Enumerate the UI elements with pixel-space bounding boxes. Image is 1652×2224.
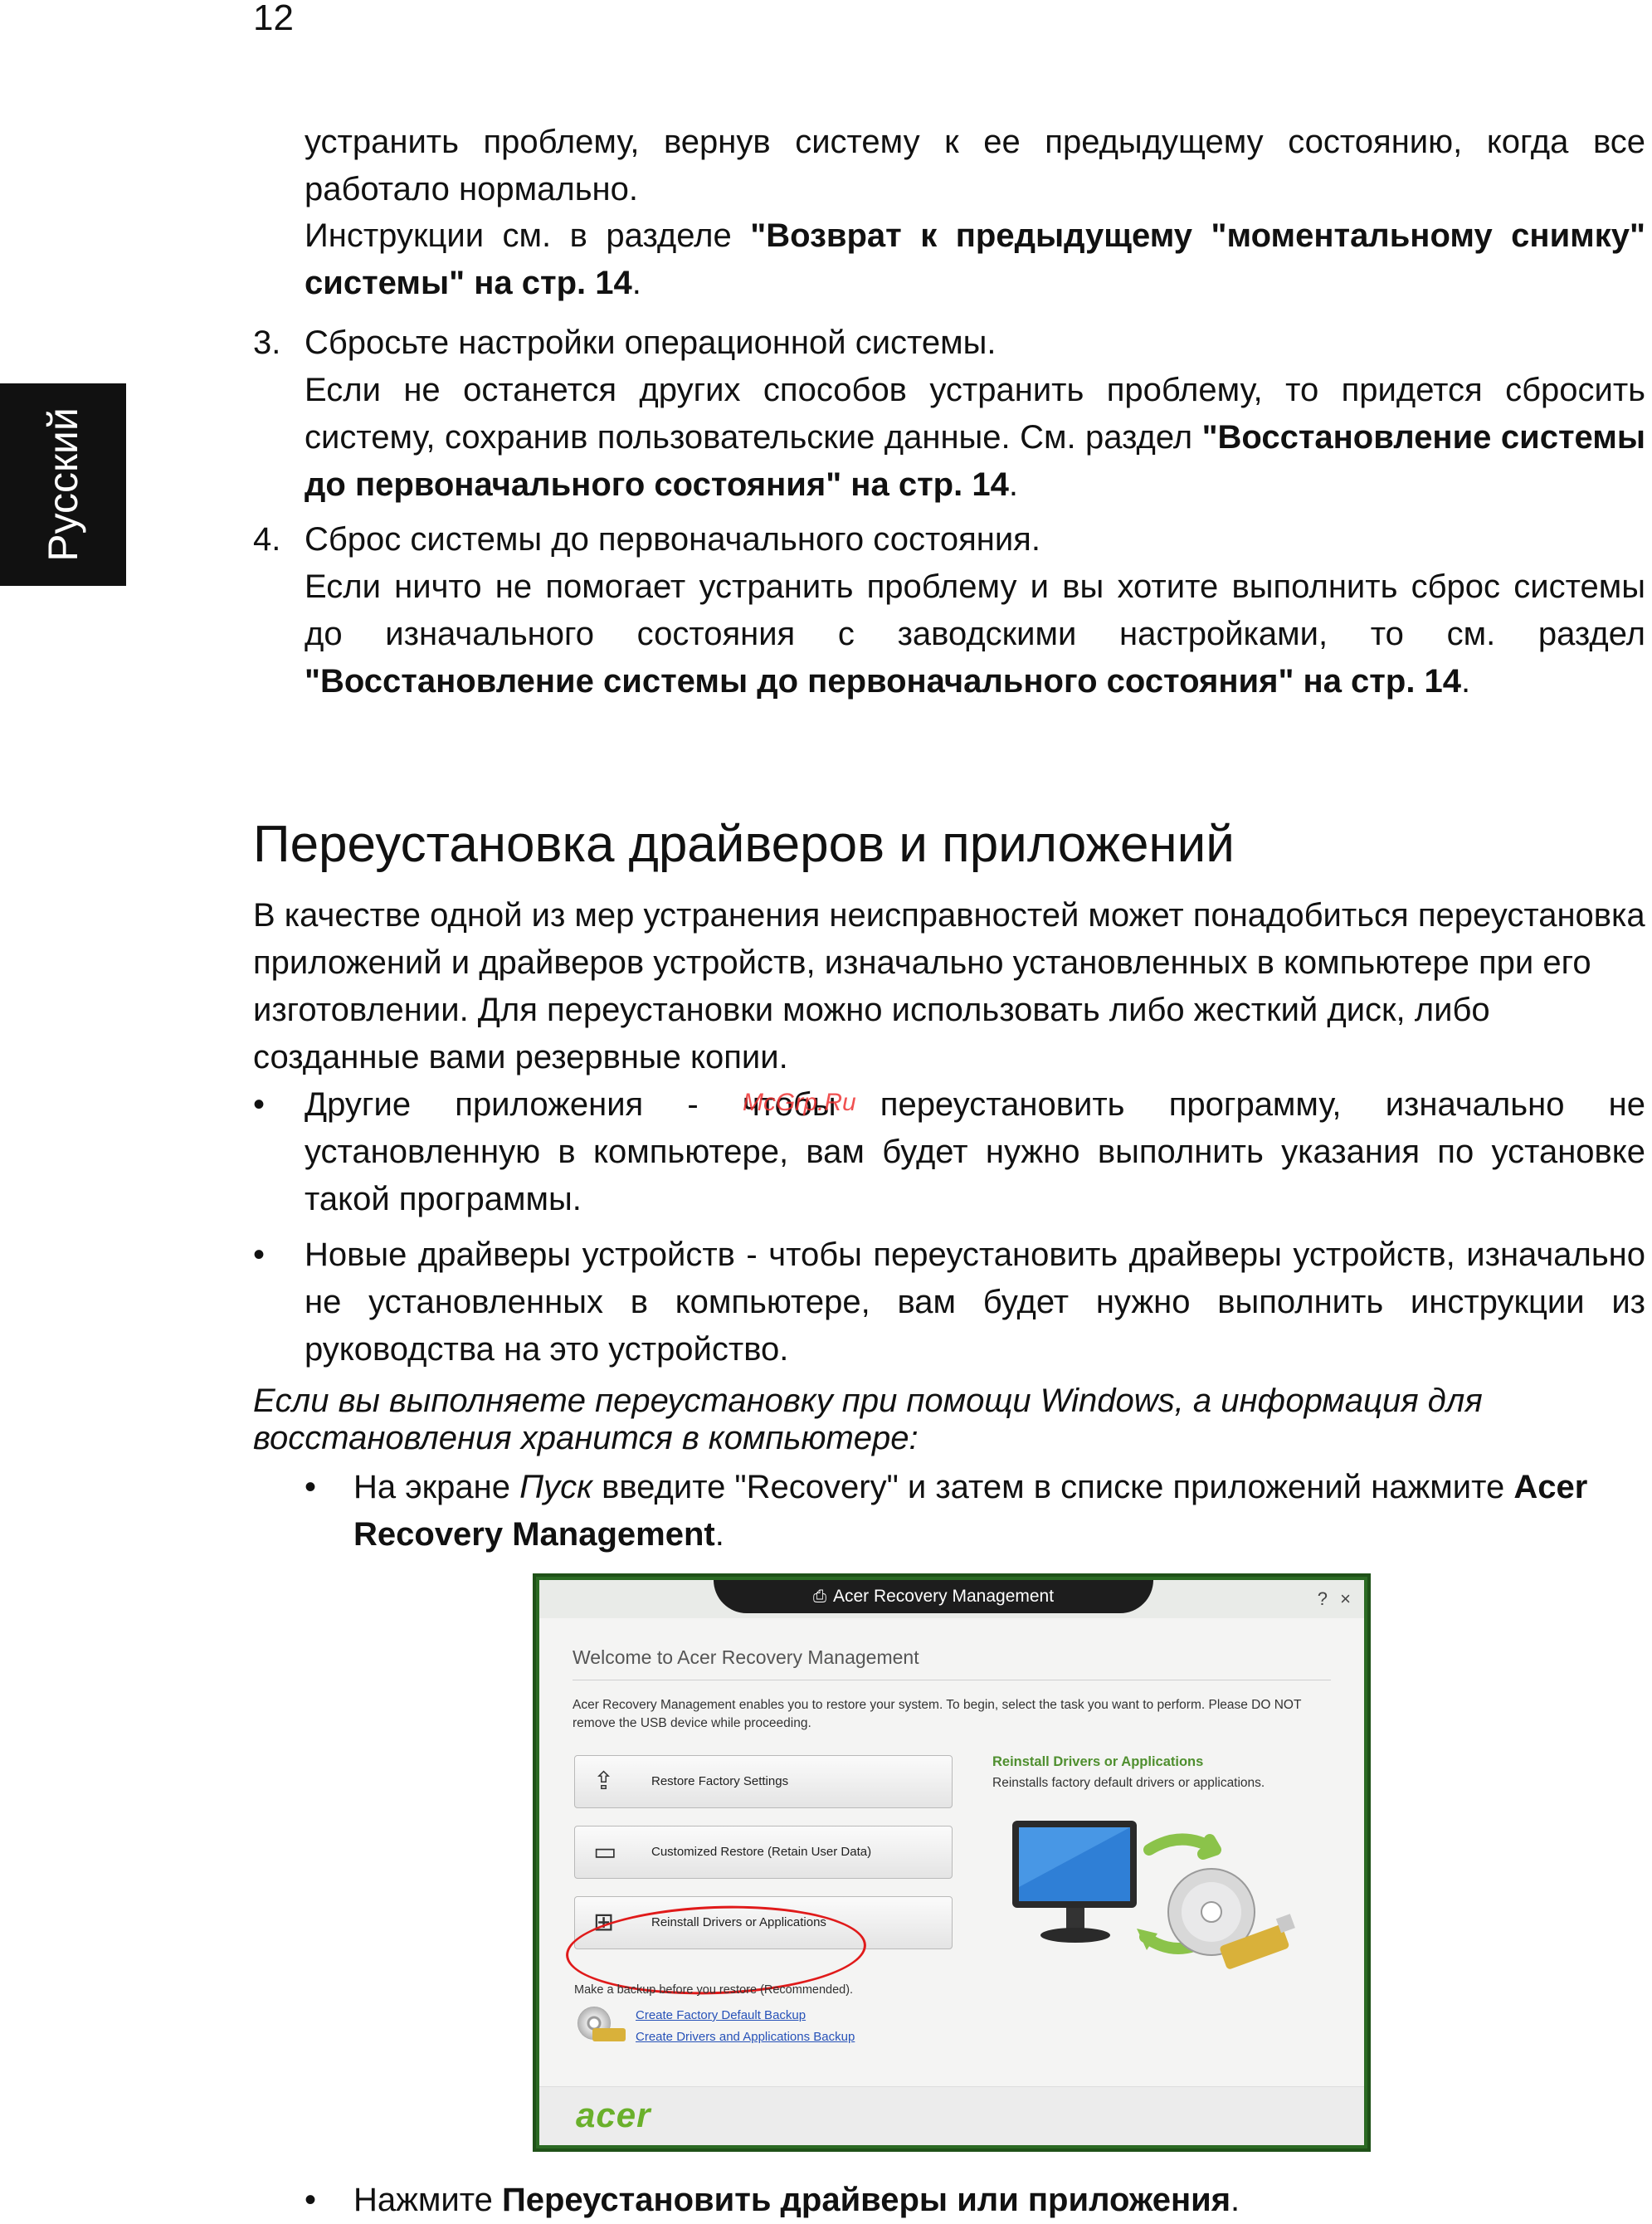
item-3-title: Сбросьте настройки операционной системы. (305, 324, 997, 361)
item-4-title: Сброс системы до первоначального состоян… (305, 521, 1040, 558)
step1-prefix: На экране (353, 1469, 520, 1505)
item-3-suffix: . (1008, 466, 1018, 503)
help-icon[interactable]: ? (1318, 1588, 1328, 1610)
title-bar: ⎙ Acer Recovery Management ? × (539, 1580, 1364, 1618)
restore-icon: ⇪ (593, 1768, 615, 1795)
item-4-suffix: . (1461, 663, 1471, 700)
reinstall-illustration (1012, 1821, 1295, 1969)
language-side-tab: Русский (0, 383, 126, 586)
title-tab: ⎙ Acer Recovery Management (714, 1580, 1153, 1613)
step1-middle: введите "Recovery" и затем в списке прил… (592, 1469, 1514, 1505)
item-number-3: 3. (253, 324, 281, 361)
window-footer: acer (539, 2086, 1364, 2145)
window-title: Acer Recovery Management (832, 1587, 1055, 1606)
italic-note: Если вы выполняете переустановку при пом… (253, 1383, 1483, 1456)
step1-start-word: Пуск (519, 1469, 592, 1505)
step-open-recovery: На экране Пуск введите "Recovery" и зате… (353, 1464, 1645, 1558)
section-intro: В качестве одной из мер устранения неисп… (253, 897, 1645, 1075)
monitor-icon (1012, 1821, 1137, 1943)
option-title: Reinstall Drivers or Applications (992, 1754, 1204, 1769)
backup-usb-icon (592, 2028, 626, 2041)
close-icon[interactable]: × (1340, 1588, 1351, 1610)
watermark: McGrp.Ru (743, 1089, 856, 1116)
drive-icon: ▭ (593, 1838, 617, 1866)
continuation-reference: Инструкции см. в разделе "Возврат к пред… (305, 212, 1645, 307)
acer-logo: acer (576, 2095, 651, 2134)
reference-suffix: . (631, 265, 641, 301)
backup-note: Make a backup before you restore (Recomm… (574, 1983, 854, 1997)
recovery-screenshot: ⎙ Acer Recovery Management ? × Welcome to… (533, 1573, 1371, 2152)
reference-prefix: Инструкции см. в разделе (305, 217, 751, 254)
continuation-text: устранить проблему, вернув систему к ее … (305, 124, 1645, 207)
side-tab-label: Русский (40, 407, 86, 562)
restore-factory-label: Restore Factory Settings (651, 1774, 789, 1788)
item-4-text: Если ничто не помогает устранить проблем… (305, 568, 1645, 652)
step2-button-name: Переустановить драйверы или приложения (501, 2182, 1231, 2218)
bullet-new-drivers: Новые драйверы устройств - чтобы переуст… (305, 1236, 1645, 1368)
customized-restore-label: Customized Restore (Retain User Data) (651, 1845, 872, 1859)
item-4-reference: "Восстановление системы до первоначально… (305, 663, 1462, 700)
option-description: Reinstalls factory default drivers or ap… (992, 1776, 1265, 1790)
item-number-4: 4. (253, 521, 281, 558)
welcome-heading: Welcome to Acer Recovery Management (573, 1646, 919, 1668)
item-4-body: Если ничто не помогает устранить проблем… (305, 563, 1645, 705)
section-heading: Переустановка драйверов и приложений (253, 816, 1235, 873)
item-3-body: Если не останется других способов устран… (305, 367, 1645, 509)
step1-suffix: . (714, 1516, 724, 1553)
page-number: 12 (253, 0, 294, 38)
continuation-paragraph: устранить проблему, вернув систему к ее … (305, 119, 1645, 213)
bullet-glyph: • (305, 1469, 317, 1505)
step2-suffix: . (1230, 2182, 1240, 2218)
recovery-window: ⎙ Acer Recovery Management ? × Welcome to… (539, 1580, 1364, 2145)
bullet-glyph: • (305, 2182, 317, 2218)
step2-prefix: Нажмите (353, 2182, 502, 2218)
create-drivers-backup-link[interactable]: Create Drivers and Applications Backup (636, 2030, 855, 2044)
bullet-other-apps: Другие приложения - чтобы переустановить… (305, 1086, 1645, 1217)
restore-factory-button[interactable]: ⇪ Restore Factory Settings (574, 1755, 953, 1808)
recovery-app-icon: ⎙ (812, 1588, 826, 1606)
window-description: Acer Recovery Management enables you to … (573, 1698, 1302, 1730)
customized-restore-button[interactable]: ▭ Customized Restore (Retain User Data) (574, 1826, 953, 1879)
bullet-glyph: • (253, 1236, 266, 1273)
step-click-reinstall: Нажмите Переустановить драйверы или прил… (353, 2177, 1645, 2224)
bullet-glyph: • (253, 1086, 266, 1123)
create-factory-backup-link[interactable]: Create Factory Default Backup (636, 2008, 806, 2022)
